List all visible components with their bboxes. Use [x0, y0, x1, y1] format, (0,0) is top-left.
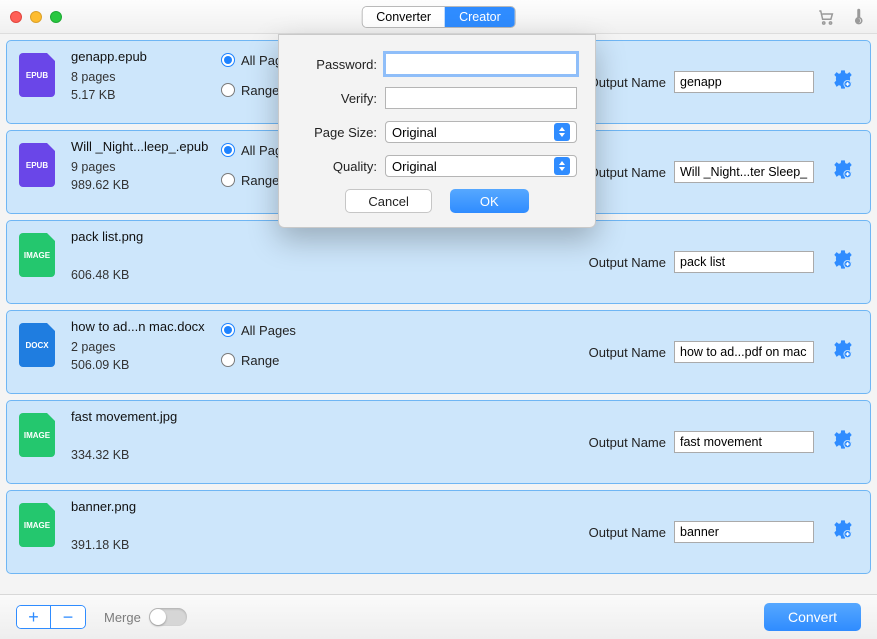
merge-control: Merge — [104, 608, 187, 626]
file-pages: 9 pages — [71, 160, 211, 174]
radio-range[interactable] — [221, 173, 235, 187]
pagesize-select[interactable]: Original — [385, 121, 577, 143]
file-size: 989.62 KB — [71, 178, 211, 192]
titlebar: Converter Creator — [0, 0, 877, 34]
output-name-input[interactable] — [674, 71, 814, 93]
row-settings-button[interactable] — [832, 339, 854, 366]
file-meta: how to ad...n mac.docx 2 pages 506.09 KB — [71, 319, 211, 376]
output-name-input[interactable] — [674, 521, 814, 543]
pagesize-label: Page Size: — [297, 125, 377, 140]
file-meta: Will _Night...leep_.epub 9 pages 989.62 … — [71, 139, 211, 196]
output-name-label: Output Name — [589, 255, 666, 270]
output-name-input[interactable] — [674, 431, 814, 453]
file-type-icon: IMAGE — [19, 233, 55, 277]
output-name-label: Output Name — [589, 435, 666, 450]
add-remove-group: + − — [16, 605, 86, 629]
file-size: 5.17 KB — [71, 88, 211, 102]
cart-icon[interactable] — [817, 8, 835, 26]
file-meta: banner.png 391.18 KB — [71, 499, 211, 556]
output-name-group: Output Name — [589, 521, 814, 543]
file-row[interactable]: IMAGE pack list.png 606.48 KB Output Nam… — [6, 220, 871, 304]
minimize-window-button[interactable] — [30, 11, 42, 23]
settings-dialog: Password: Verify: Page Size: Original Qu… — [278, 34, 596, 228]
file-type-icon: IMAGE — [19, 503, 55, 547]
quality-value: Original — [392, 159, 437, 174]
file-name: Will _Night...leep_.epub — [71, 139, 211, 154]
pagesize-value: Original — [392, 125, 437, 140]
file-meta: genapp.epub 8 pages 5.17 KB — [71, 49, 211, 106]
output-name-label: Output Name — [589, 525, 666, 540]
file-row[interactable]: DOCX how to ad...n mac.docx 2 pages 506.… — [6, 310, 871, 394]
select-arrows-icon — [554, 157, 570, 175]
bottom-toolbar: + − Merge Convert — [0, 594, 877, 639]
zoom-window-button[interactable] — [50, 11, 62, 23]
file-size: 606.48 KB — [71, 268, 211, 282]
tab-converter[interactable]: Converter — [362, 7, 445, 27]
output-name-label: Output Name — [589, 345, 666, 360]
file-meta: pack list.png 606.48 KB — [71, 229, 211, 286]
file-type-icon: EPUB — [19, 53, 55, 97]
radio-all-pages[interactable] — [221, 53, 235, 67]
output-name-group: Output Name — [589, 71, 814, 93]
output-name-label: Output Name — [589, 75, 666, 90]
range-label: Range — [241, 173, 279, 188]
file-size: 506.09 KB — [71, 358, 211, 372]
radio-range[interactable] — [221, 353, 235, 367]
file-name: banner.png — [71, 499, 211, 514]
row-settings-button[interactable] — [832, 69, 854, 96]
file-row[interactable]: IMAGE fast movement.jpg 334.32 KB Output… — [6, 400, 871, 484]
file-type-icon: DOCX — [19, 323, 55, 367]
file-type-icon: IMAGE — [19, 413, 55, 457]
output-name-input[interactable] — [674, 251, 814, 273]
mode-segmented-control: Converter Creator — [361, 6, 516, 28]
file-name: fast movement.jpg — [71, 409, 211, 424]
radio-all-pages[interactable] — [221, 323, 235, 337]
radio-range[interactable] — [221, 83, 235, 97]
file-size: 334.32 KB — [71, 448, 211, 462]
output-name-input[interactable] — [674, 341, 814, 363]
range-label: Range — [241, 83, 279, 98]
merge-toggle[interactable] — [149, 608, 187, 626]
verify-input[interactable] — [385, 87, 577, 109]
output-name-label: Output Name — [589, 165, 666, 180]
file-name: genapp.epub — [71, 49, 211, 64]
all-pages-label: All Pages — [241, 323, 296, 338]
tab-creator[interactable]: Creator — [445, 7, 515, 27]
password-label: Password: — [297, 57, 377, 72]
file-name: pack list.png — [71, 229, 211, 244]
radio-all-pages[interactable] — [221, 143, 235, 157]
window-controls — [10, 11, 62, 23]
close-window-button[interactable] — [10, 11, 22, 23]
page-range-group: All Pages Range — [221, 319, 296, 371]
remove-file-button[interactable]: − — [51, 606, 85, 628]
file-size: 391.18 KB — [71, 538, 211, 552]
output-name-group: Output Name — [589, 431, 814, 453]
row-settings-button[interactable] — [832, 519, 854, 546]
output-name-group: Output Name — [589, 161, 814, 183]
thermometer-icon[interactable] — [849, 8, 867, 26]
file-name: how to ad...n mac.docx — [71, 319, 211, 334]
cancel-button[interactable]: Cancel — [345, 189, 431, 213]
file-meta: fast movement.jpg 334.32 KB — [71, 409, 211, 466]
quality-label: Quality: — [297, 159, 377, 174]
file-pages: 2 pages — [71, 340, 211, 354]
select-arrows-icon — [554, 123, 570, 141]
quality-select[interactable]: Original — [385, 155, 577, 177]
row-settings-button[interactable] — [832, 249, 854, 276]
output-name-group: Output Name — [589, 341, 814, 363]
ok-button[interactable]: OK — [450, 189, 529, 213]
file-pages: 8 pages — [71, 70, 211, 84]
convert-button[interactable]: Convert — [764, 603, 861, 631]
output-name-group: Output Name — [589, 251, 814, 273]
row-settings-button[interactable] — [832, 159, 854, 186]
row-settings-button[interactable] — [832, 429, 854, 456]
add-file-button[interactable]: + — [17, 606, 51, 628]
file-type-icon: EPUB — [19, 143, 55, 187]
merge-label: Merge — [104, 610, 141, 625]
output-name-input[interactable] — [674, 161, 814, 183]
password-input[interactable] — [385, 53, 577, 75]
file-row[interactable]: IMAGE banner.png 391.18 KB Output Name — [6, 490, 871, 574]
range-label: Range — [241, 353, 279, 368]
verify-label: Verify: — [297, 91, 377, 106]
